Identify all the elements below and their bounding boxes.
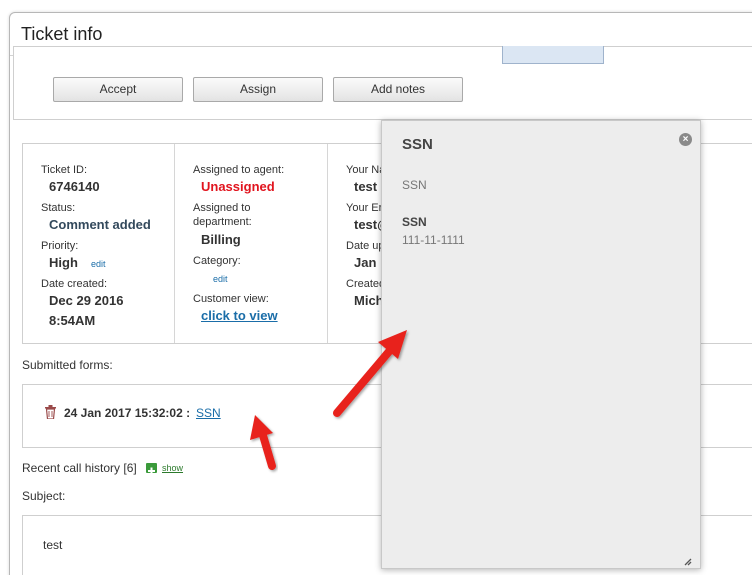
date-updated-label: Date up	[346, 240, 385, 252]
plus-icon[interactable]	[146, 463, 157, 475]
category-label: Category:	[193, 255, 241, 267]
form-entry-date: 24 Jan 2017 15:32:02 :	[64, 406, 191, 420]
customer-name-label: Your Na	[346, 164, 386, 176]
ticket-id-label: Ticket ID:	[41, 164, 88, 176]
priority-label: Priority:	[41, 240, 79, 252]
department-value: Billing	[201, 232, 241, 247]
customer-email-label: Your Er	[346, 202, 383, 214]
column-divider	[327, 144, 328, 343]
submitted-forms-label: Submitted forms:	[22, 358, 113, 372]
call-history-show-link[interactable]: show	[162, 463, 183, 473]
created-by-label: Created	[346, 278, 386, 290]
ssn-form-popup: SSN × SSN SSN 111-11-1111	[381, 120, 701, 569]
agent-value: Unassigned	[201, 179, 275, 194]
form-entry-link[interactable]: SSN	[196, 406, 221, 420]
category-edit-link[interactable]: edit	[213, 274, 228, 284]
ssn-field-label: SSN	[402, 215, 427, 229]
status-label: Status:	[41, 202, 76, 214]
accept-button[interactable]: Accept	[53, 77, 183, 102]
department-label-line1: Assigned to	[193, 202, 251, 214]
customer-view-label: Customer view:	[193, 293, 269, 305]
priority-value: High	[49, 255, 78, 270]
date-updated-value: Jan	[354, 255, 377, 270]
popup-subtitle: SSN	[402, 178, 427, 192]
priority-edit-link[interactable]: edit	[91, 259, 106, 269]
date-created-label: Date created:	[41, 278, 108, 290]
column-divider	[174, 144, 175, 343]
ticket-id-value: 6746140	[49, 179, 100, 194]
status-value: Comment added	[49, 217, 151, 232]
subject-value: test	[43, 538, 63, 552]
assign-button[interactable]: Assign	[193, 77, 323, 102]
resize-handle-icon[interactable]	[684, 553, 692, 566]
add-notes-button[interactable]: Add notes	[333, 77, 463, 102]
customer-name-value: test	[354, 179, 378, 194]
call-history-label: Recent call history [6]	[22, 461, 137, 475]
close-icon[interactable]: ×	[679, 133, 692, 146]
ssn-field-value: 111-11-1111	[402, 233, 465, 247]
toolbar-tab[interactable]	[502, 46, 604, 64]
trash-icon[interactable]	[45, 405, 56, 420]
window-title: Ticket info	[21, 24, 103, 44]
department-label-line2: department:	[193, 216, 252, 228]
time-created-value: 8:54AM	[49, 313, 96, 328]
date-created-value: Dec 29 2016	[49, 293, 124, 308]
customer-view-link[interactable]: click to view	[201, 308, 278, 323]
agent-label: Assigned to agent:	[193, 164, 285, 176]
popup-title: SSN	[402, 136, 433, 153]
created-by-value: Mich	[354, 293, 384, 308]
subject-label: Subject:	[22, 489, 66, 503]
